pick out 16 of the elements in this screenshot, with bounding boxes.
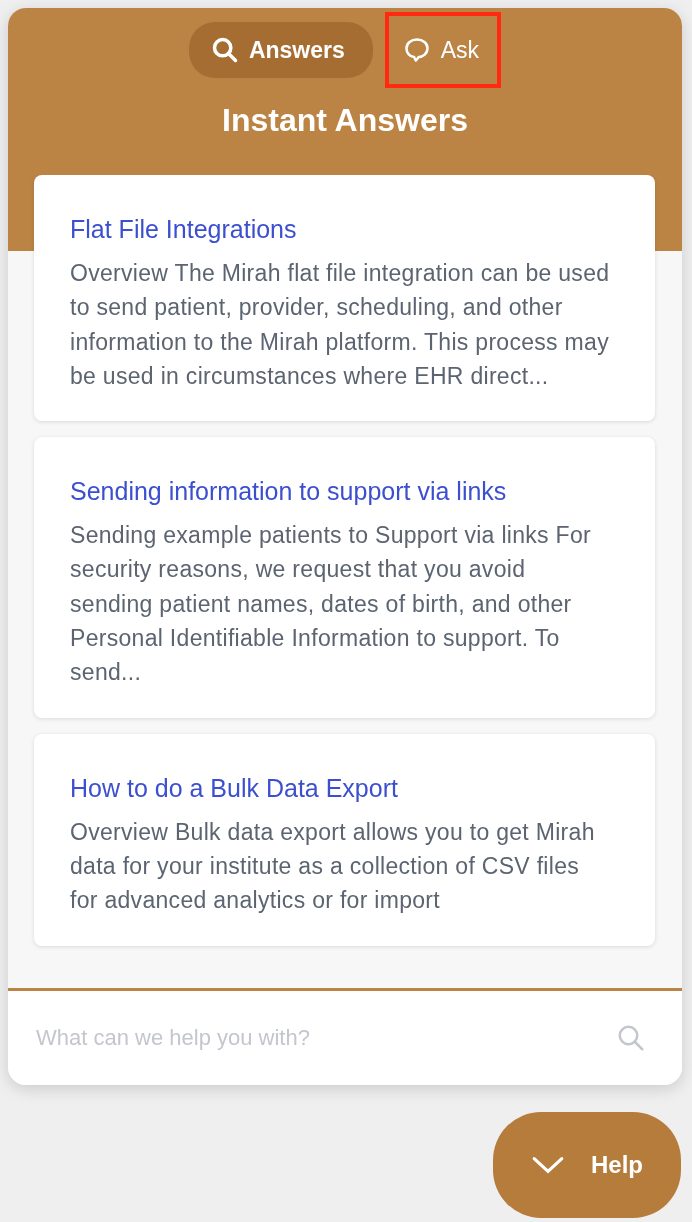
speech-bubble-icon bbox=[402, 36, 431, 64]
article-card[interactable]: How to do a Bulk Data Export Overview Bulk data export allows you to get Mirah data for your institute as a collection of CSV files for advanced analytics or for import bbox=[34, 733, 655, 946]
search-icon bbox=[210, 36, 239, 64]
panel-title: Instant Answers bbox=[221, 101, 469, 140]
article-excerpt: Overview The Mirah flat file integration can be used to send patient, provider, scheduling, and other information to the Mirah platform. This process may be used in circumstances where EHR direct... bbox=[70, 259, 610, 391]
search-icon bbox=[616, 1023, 646, 1053]
help-button[interactable]: Help bbox=[493, 1112, 681, 1218]
tab[interactable]: Answers bbox=[188, 22, 373, 78]
article-link[interactable]: Flat File Integrations bbox=[70, 215, 625, 244]
article-card[interactable] bbox=[34, 175, 655, 422]
chevron-down-icon bbox=[531, 1154, 565, 1176]
article-card[interactable] bbox=[34, 437, 655, 718]
article-link[interactable]: Sending information to support via links bbox=[70, 477, 625, 507]
article-excerpt: Sending example patients to Support via links For security reasons, we request that you avoid sending patient names, dates of birth, and other Personal Identifiable Information to support. To send... bbox=[70, 521, 592, 688]
article-excerpt: Overview Bulk data export allows you to get Mirah data for your institute as a collection of CSV files for advanced analytics or for import bbox=[70, 817, 596, 916]
article-link[interactable]: How to do a Bulk Data Export bbox=[70, 773, 625, 803]
